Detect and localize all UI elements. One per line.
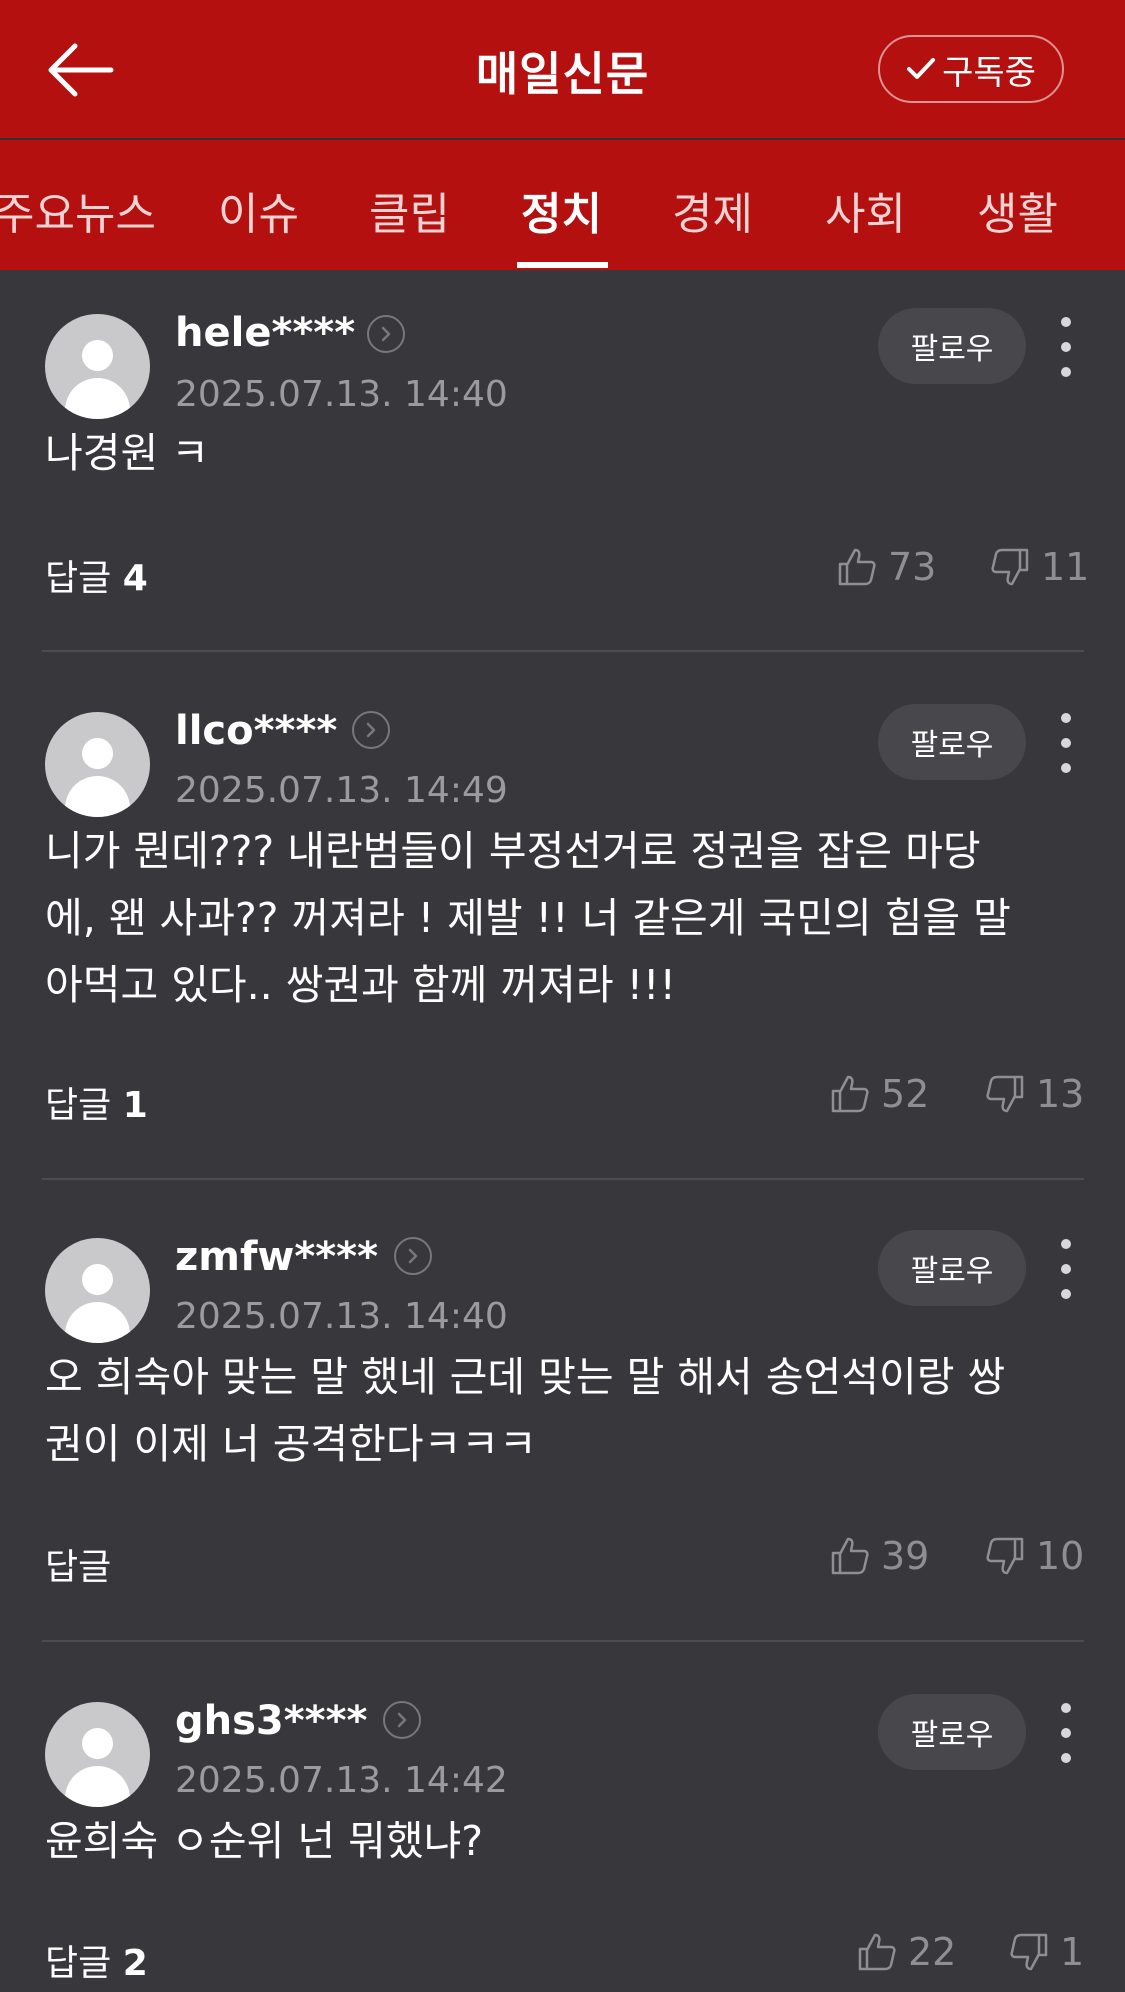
comment-item: hele**** 2025.07.13. 14:40 팔로우 나경원 ㅋ 답글 … xyxy=(0,270,1125,652)
more-options-icon[interactable] xyxy=(1052,713,1080,773)
like-count: 52 xyxy=(881,1072,930,1116)
app-header: 매일신문 구독중 xyxy=(0,0,1125,138)
avatar[interactable] xyxy=(45,1702,150,1807)
tab-society[interactable]: 사회 xyxy=(825,178,906,242)
thumbs-down-icon xyxy=(991,548,1029,586)
reply-count: 2 xyxy=(122,1943,148,1984)
dislike-count: 10 xyxy=(1036,1534,1085,1578)
thumbs-up-icon xyxy=(838,548,876,586)
more-options-icon[interactable] xyxy=(1052,1703,1080,1763)
check-icon xyxy=(907,58,936,79)
follow-button[interactable]: 팔로우 xyxy=(878,1694,1026,1770)
dislike-button[interactable]: 1 xyxy=(1008,1930,1084,1974)
reply-button[interactable]: 답글 xyxy=(45,1538,111,1590)
more-options-icon[interactable] xyxy=(1052,317,1080,377)
dislike-count: 11 xyxy=(1041,545,1090,589)
tab-clip[interactable]: 클립 xyxy=(369,178,450,242)
like-button[interactable]: 39 xyxy=(829,1534,929,1578)
comment-text: 니가 뭔데??? 내란범들이 부정선거로 정권을 잡은 마당에, 왠 사과?? … xyxy=(45,827,1011,1009)
dislike-button[interactable]: 11 xyxy=(989,545,1089,589)
comment-username[interactable]: llco**** xyxy=(175,708,337,754)
tab-economy[interactable]: 경제 xyxy=(672,178,753,242)
reply-label: 답글 xyxy=(45,1085,112,1126)
tab-politics[interactable]: 정치 xyxy=(521,178,602,242)
comment-username[interactable]: zmfw**** xyxy=(175,1234,378,1280)
dislike-button[interactable]: 10 xyxy=(984,1534,1084,1578)
chevron-right-icon[interactable] xyxy=(367,315,405,353)
reply-count: 1 xyxy=(122,1085,148,1126)
chevron-right-icon[interactable] xyxy=(352,711,390,749)
reply-label: 답글 xyxy=(45,1547,112,1588)
avatar[interactable] xyxy=(45,1238,150,1343)
more-options-icon[interactable] xyxy=(1052,1239,1080,1299)
thumbs-up-icon xyxy=(831,1075,869,1113)
comment-text: 나경원 ㅋ xyxy=(45,429,209,477)
thumbs-down-icon xyxy=(986,1537,1024,1575)
subscribe-label: 구독중 xyxy=(942,52,1036,93)
dislike-button[interactable]: 13 xyxy=(984,1072,1084,1116)
comment-timestamp: 2025.07.13. 14:49 xyxy=(175,770,508,811)
like-button[interactable]: 73 xyxy=(836,545,936,589)
comment-username[interactable]: hele**** xyxy=(175,310,355,356)
comment-timestamp: 2025.07.13. 14:40 xyxy=(175,374,508,415)
avatar[interactable] xyxy=(45,314,150,419)
like-count: 22 xyxy=(908,1930,957,1974)
comment-item: zmfw**** 2025.07.13. 14:40 팔로우 오 희숙아 맞는 … xyxy=(0,1180,1125,1642)
like-button[interactable]: 22 xyxy=(856,1930,956,1974)
comment-timestamp: 2025.07.13. 14:42 xyxy=(175,1760,508,1801)
like-button[interactable]: 52 xyxy=(829,1072,929,1116)
follow-button[interactable]: 팔로우 xyxy=(878,1230,1026,1306)
thumbs-down-icon xyxy=(1010,1933,1048,1971)
thumbs-up-icon xyxy=(831,1537,869,1575)
like-count: 39 xyxy=(881,1534,930,1578)
follow-button[interactable]: 팔로우 xyxy=(878,704,1026,780)
dislike-count: 1 xyxy=(1060,1930,1085,1974)
subscribe-button[interactable]: 구독중 xyxy=(878,35,1064,103)
tab-issue[interactable]: 이슈 xyxy=(218,178,299,242)
active-tab-indicator xyxy=(517,262,608,268)
tab-life[interactable]: 생활 xyxy=(977,178,1058,242)
comment-text: 오 희숙아 맞는 말 했네 근데 맞는 말 해서 송언석이랑 쌍권이 이제 너 … xyxy=(45,1353,1006,1468)
chevron-right-icon[interactable] xyxy=(383,1701,421,1739)
reply-label: 답글 xyxy=(45,1943,112,1984)
chevron-right-icon[interactable] xyxy=(394,1237,432,1275)
avatar[interactable] xyxy=(45,712,150,817)
comment-item: llco**** 2025.07.13. 14:49 팔로우 니가 뭔데??? … xyxy=(0,652,1125,1180)
tab-main-news[interactable]: 주요뉴스 xyxy=(0,178,156,242)
thumbs-up-icon xyxy=(858,1933,896,1971)
reply-button[interactable]: 답글 2 xyxy=(45,1934,148,1986)
like-count: 73 xyxy=(888,545,937,589)
reply-count: 4 xyxy=(122,558,148,599)
follow-button[interactable]: 팔로우 xyxy=(878,308,1026,384)
comment-username[interactable]: ghs3**** xyxy=(175,1698,367,1744)
comment-timestamp: 2025.07.13. 14:40 xyxy=(175,1296,508,1337)
reply-button[interactable]: 답글 1 xyxy=(45,1076,148,1128)
category-tabs: 주요뉴스 이슈 클립 정치 경제 사회 생활 xyxy=(0,140,1125,270)
dislike-count: 13 xyxy=(1036,1072,1085,1116)
comment-item: ghs3**** 2025.07.13. 14:42 팔로우 윤희숙 ㅇ순위 넌… xyxy=(0,1642,1125,1992)
thumbs-down-icon xyxy=(986,1075,1024,1113)
comment-text: 윤희숙 ㅇ순위 넌 뭐했냐? xyxy=(45,1817,484,1865)
reply-label: 답글 xyxy=(45,558,112,599)
reply-button[interactable]: 답글 4 xyxy=(45,549,148,601)
